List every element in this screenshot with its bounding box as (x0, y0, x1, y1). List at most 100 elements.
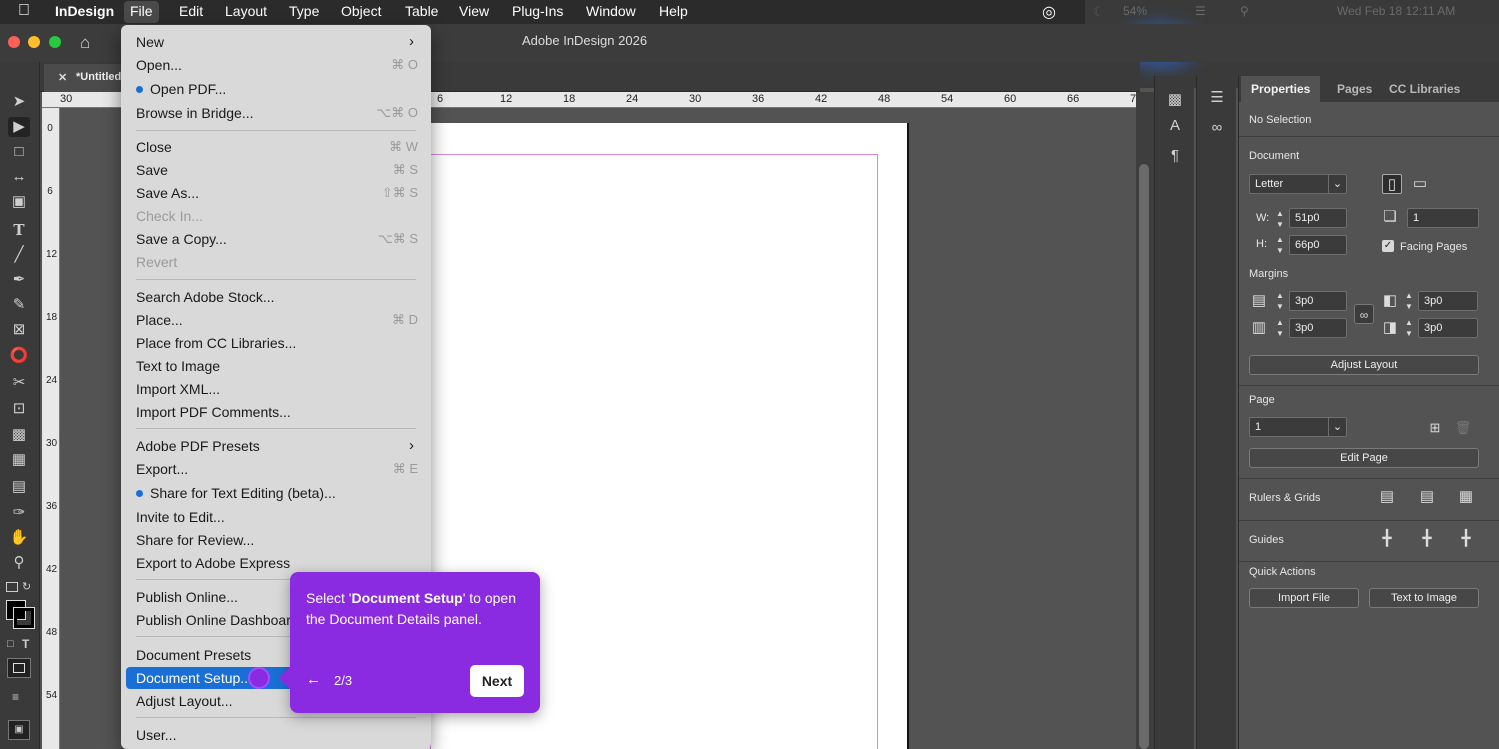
bottom-margin-stepper[interactable]: ▲ ▼ (1273, 317, 1287, 341)
page-select[interactable]: 1 ⌄ (1249, 417, 1347, 437)
inside-margin-stepper[interactable]: ▲ ▼ (1402, 290, 1416, 314)
formatting-text-icon[interactable]: T (22, 637, 29, 651)
menu-item-save-copy[interactable]: Save a Copy... ⌥⌘ S (126, 228, 426, 250)
height-stepper[interactable]: ▲ ▼ (1273, 234, 1287, 258)
selection-tool-icon[interactable]: ➤ (8, 92, 30, 112)
menu-item-close[interactable]: Close ⌘ W (126, 136, 426, 158)
creative-cloud-icon[interactable]: ◎ (1042, 2, 1056, 22)
menu-item-save[interactable]: Save ⌘ S (126, 159, 426, 181)
add-page-icon[interactable]: ⊞ (1425, 418, 1445, 438)
text-to-image-button[interactable]: Text to Image (1369, 588, 1479, 608)
apply-color-icon[interactable] (7, 658, 31, 678)
smart-guides-icon[interactable]: ╋ (1456, 529, 1476, 549)
view-mode-icon[interactable]: ▣ (8, 720, 30, 740)
menu-layout[interactable]: Layout (225, 3, 267, 19)
apple-icon[interactable]:  (18, 2, 30, 20)
default-fill-stroke-icon[interactable] (6, 582, 18, 592)
width-field[interactable]: 51p0 (1289, 208, 1347, 228)
tab-properties[interactable]: Properties (1241, 76, 1321, 102)
close-window-button[interactable] (8, 36, 20, 48)
links-panel-icon[interactable]: ∞ (1207, 118, 1227, 138)
width-stepper[interactable]: ▲ ▼ (1273, 208, 1287, 232)
free-transform-tool-icon[interactable]: ⊡ (8, 399, 30, 419)
inside-margin-field[interactable]: 3p0 (1418, 291, 1478, 311)
outside-margin-stepper[interactable]: ▲ ▼ (1402, 317, 1416, 341)
bottom-margin-field[interactable]: 3p0 (1289, 318, 1347, 338)
menu-item-text-to-image[interactable]: Text to Image (126, 355, 426, 377)
scrollbar-thumb[interactable] (1139, 164, 1149, 749)
guide-hotspot[interactable] (248, 667, 270, 689)
vertical-scrollbar[interactable] (1136, 92, 1154, 749)
scissors-tool-icon[interactable]: ✂ (8, 373, 30, 393)
type-tool-icon[interactable]: T (8, 220, 30, 240)
menu-item-user[interactable]: User... (126, 724, 426, 746)
document-preset-select[interactable]: Letter ⌄ (1249, 174, 1347, 194)
formatting-container-icon[interactable]: □ (7, 638, 14, 650)
page-tool-icon[interactable]: □ (8, 142, 30, 162)
home-icon[interactable]: ⌂ (80, 33, 90, 53)
menu-table[interactable]: Table (405, 3, 438, 19)
back-arrow-icon[interactable]: ← (306, 671, 321, 688)
lock-guides-icon[interactable]: ╋ (1417, 529, 1437, 549)
tab-pages[interactable]: Pages (1337, 82, 1372, 96)
menu-item-save-as[interactable]: Save As... ⇧⌘ S (126, 182, 426, 204)
menu-item-share-review[interactable]: Share for Review... (126, 529, 426, 551)
pen-tool-icon[interactable]: ✒ (8, 270, 30, 290)
gradient-swatch-tool-icon[interactable]: ▩ (8, 425, 30, 445)
menu-help[interactable]: Help (659, 3, 688, 19)
ruler-icon[interactable]: ▤ (1377, 487, 1397, 507)
facing-pages-checkbox[interactable]: ✓ (1382, 240, 1394, 252)
menu-item-import-pdf-comments[interactable]: Import PDF Comments... (126, 401, 426, 423)
next-button[interactable]: Next (470, 665, 524, 697)
menu-edit[interactable]: Edit (179, 3, 203, 19)
pages-stepper[interactable] (1391, 206, 1405, 230)
swap-fill-stroke-icon[interactable]: ↻ (22, 580, 31, 593)
close-tab-icon[interactable]: ✕ (58, 71, 67, 84)
menu-item-export-express[interactable]: Export to Adobe Express (126, 552, 426, 574)
paragraph-styles-panel-icon[interactable]: ¶ (1165, 146, 1185, 166)
pencil-tool-icon[interactable]: ✎ (8, 295, 30, 315)
menu-item-pdf-presets[interactable]: Adobe PDF Presets › (126, 435, 426, 457)
cc-libraries-panel-icon[interactable]: ▩ (1165, 90, 1185, 110)
ellipse-tool-icon[interactable]: ⭕ (8, 346, 30, 366)
menu-item-place-cc[interactable]: Place from CC Libraries... (126, 332, 426, 354)
adjust-layout-button[interactable]: Adjust Layout (1249, 355, 1479, 375)
hand-tool-icon[interactable]: ✋ (8, 528, 30, 548)
menu-file[interactable]: File (124, 1, 159, 23)
top-margin-field[interactable]: 3p0 (1289, 291, 1347, 311)
note-tool-icon[interactable]: ▤ (8, 477, 30, 497)
menu-item-import-xml[interactable]: Import XML... (126, 378, 426, 400)
menu-item-export[interactable]: Export... ⌘ E (126, 458, 426, 480)
rectangle-frame-tool-icon[interactable]: ⊠ (8, 320, 30, 340)
baseline-grid-icon[interactable]: ▤ (1417, 487, 1437, 507)
content-collector-icon[interactable]: ▣ (8, 192, 30, 212)
tab-cc-libraries[interactable]: CC Libraries (1389, 82, 1460, 96)
menu-item-open-pdf[interactable]: Open PDF... (126, 78, 426, 100)
menu-item-browse-bridge[interactable]: Browse in Bridge... ⌥⌘ O (126, 102, 426, 124)
menu-type[interactable]: Type (289, 3, 319, 19)
import-file-button[interactable]: Import File (1249, 588, 1359, 608)
layers-panel-icon[interactable]: ☰ (1207, 88, 1227, 108)
chevron-down-icon[interactable]: ⌄ (1328, 175, 1346, 193)
height-field[interactable]: 66p0 (1289, 235, 1347, 255)
direct-selection-tool-icon[interactable]: ▶ (8, 117, 30, 137)
menu-plugins[interactable]: Plug-Ins (512, 3, 563, 19)
menu-item-share-text-editing[interactable]: Share for Text Editing (beta)... (126, 482, 426, 504)
menu-item-search-stock[interactable]: Search Adobe Stock... (126, 286, 426, 308)
menu-window[interactable]: Window (586, 3, 636, 19)
menu-item-open[interactable]: Open... ⌘ O (126, 54, 426, 76)
portrait-orientation-icon[interactable]: ▯ (1382, 174, 1402, 194)
line-tool-icon[interactable]: ╱ (8, 245, 30, 265)
outside-margin-field[interactable]: 3p0 (1418, 318, 1478, 338)
app-menu[interactable]: InDesign (55, 3, 114, 19)
character-styles-panel-icon[interactable]: A (1165, 116, 1185, 136)
eyedropper-tool-icon[interactable]: ✑ (8, 503, 30, 523)
document-grid-icon[interactable]: ▦ (1456, 487, 1476, 507)
menu-object[interactable]: Object (341, 3, 381, 19)
menu-item-new[interactable]: New › (126, 31, 426, 53)
menu-view[interactable]: View (459, 3, 489, 19)
edit-page-button[interactable]: Edit Page (1249, 448, 1479, 468)
screen-mode-icon[interactable]: ≡ (12, 690, 19, 704)
delete-page-icon[interactable]: 🗑 (1453, 418, 1473, 438)
top-margin-stepper[interactable]: ▲ ▼ (1273, 290, 1287, 314)
